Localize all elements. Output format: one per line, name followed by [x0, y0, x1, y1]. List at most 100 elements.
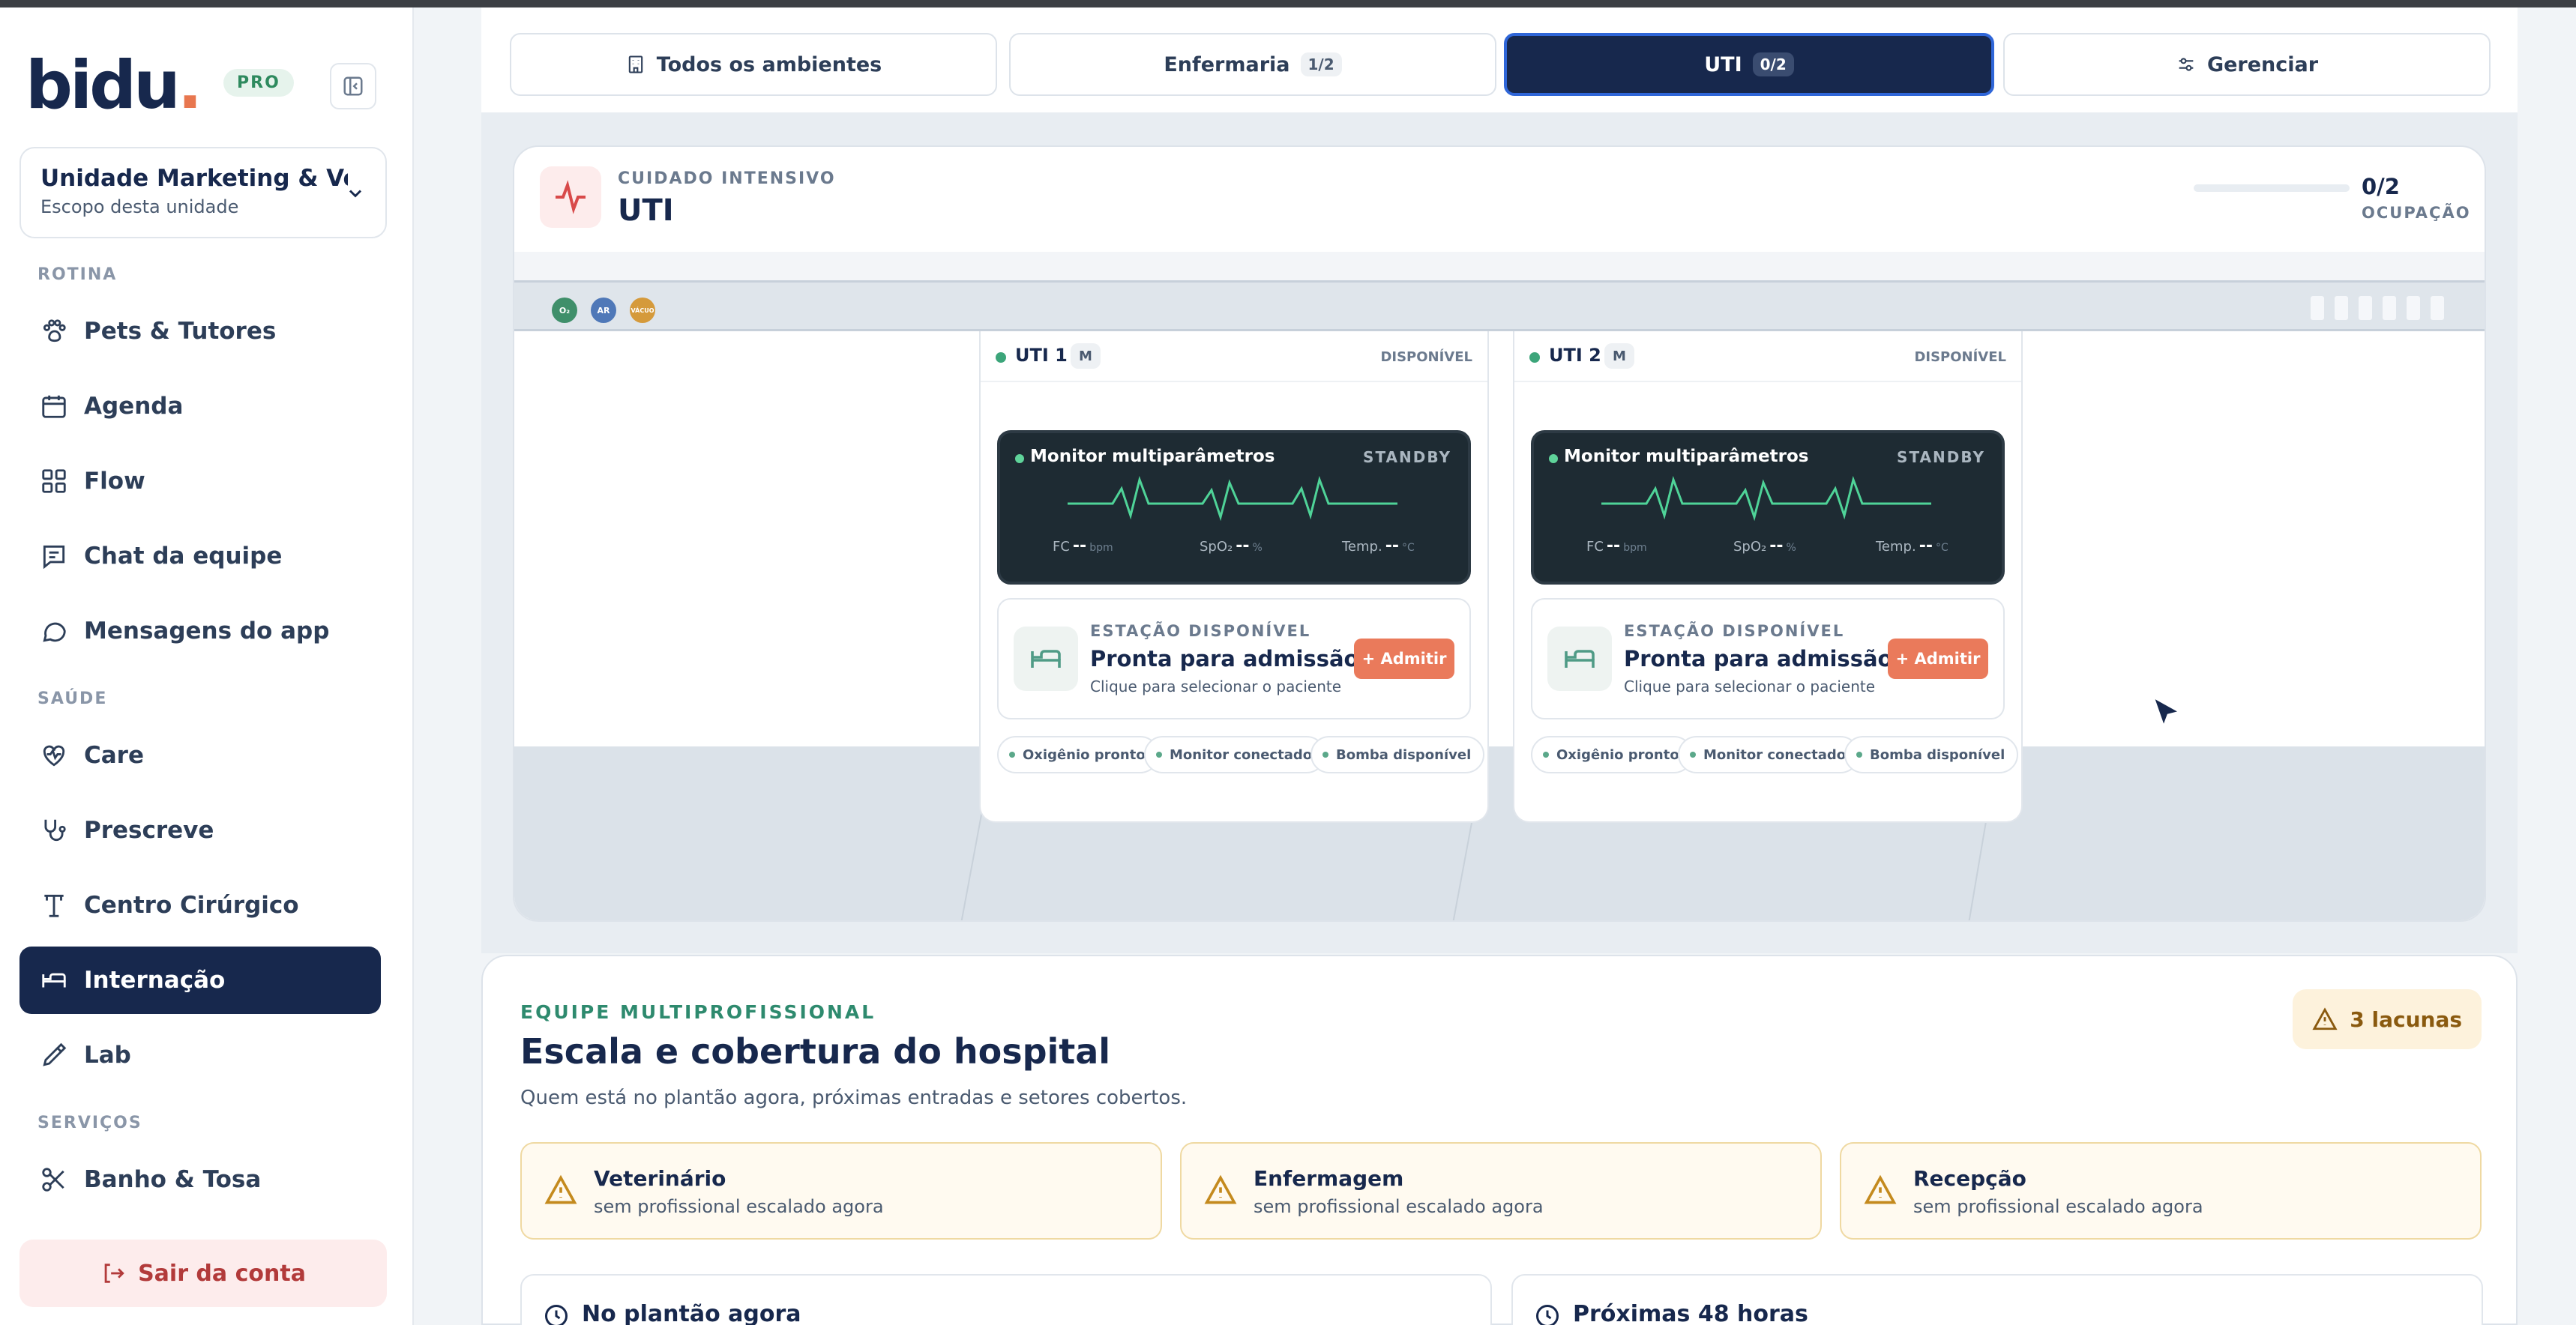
sidebar-item-label: Banho & Tosa [84, 1166, 262, 1193]
status-dot [1529, 352, 1540, 363]
sidebar-item-label: Care [84, 742, 144, 769]
sidebar-item-label: Internação [84, 967, 226, 994]
bay-size-tag: M [1604, 343, 1634, 369]
floor-top [514, 252, 2485, 280]
sidebar-item-banho-tosa[interactable]: Banho & Tosa [19, 1146, 381, 1213]
sidebar-item-care[interactable]: Care [19, 722, 381, 789]
tab-gerenciar[interactable]: Gerenciar [2003, 33, 2491, 96]
shift-title: Próximas 48 horas [1573, 1301, 1808, 1325]
role-card-veterinario[interactable]: Veterinário sem profissional escalado ag… [520, 1142, 1162, 1240]
floor-lower [514, 746, 2485, 920]
room-kicker: CUIDADO INTENSIVO [618, 169, 836, 188]
tab-uti[interactable]: UTI 0/2 [1504, 33, 1994, 96]
role-name: Recepção [1913, 1166, 2026, 1191]
occupancy-label: OCUPAÇÃO [2362, 204, 2471, 222]
sidebar-item-label: Pets & Tutores [84, 318, 277, 345]
sidebar-item-flow[interactable]: Flow [19, 447, 381, 515]
clock-icon [545, 1305, 568, 1325]
building-icon [625, 54, 646, 75]
occupancy-value: 0/2 [2362, 174, 2400, 199]
room-area: CUIDADO INTENSIVO UTI 0/2 OCUPAÇÃO O₂ AR… [481, 112, 2518, 953]
role-name: Veterinário [594, 1166, 726, 1191]
role-status: sem profissional escalado agora [594, 1196, 884, 1217]
room-title: UTI [618, 193, 674, 228]
role-card-recepcao[interactable]: Recepção sem profissional escalado agora [1840, 1142, 2482, 1240]
admit-button[interactable]: + Admitir [1354, 639, 1454, 679]
bay-uti-2[interactable]: UTI 2 M DISPONÍVEL Monitor multiparâmetr… [1513, 331, 2023, 823]
station-subtitle: Clique para selecionar o paciente [1624, 677, 1876, 695]
room-card-uti: CUIDADO INTENSIVO UTI 0/2 OCUPAÇÃO O₂ AR… [513, 145, 2486, 922]
room-header: CUIDADO INTENSIVO UTI 0/2 OCUPAÇÃO [514, 147, 2485, 252]
temp-readout: Temp. -- °C [1876, 537, 1948, 555]
sidebar-item-label: Mensagens do app [84, 618, 330, 645]
collapse-sidebar-button[interactable] [330, 63, 376, 109]
window-top-bar [0, 0, 2576, 7]
logout-button[interactable]: Sair da conta [19, 1240, 387, 1307]
sidebar-item-internacao[interactable]: Internação [19, 947, 381, 1014]
bed-icon [1547, 627, 1612, 691]
station-title: Pronta para admissão [1624, 646, 1893, 671]
bidu-logo[interactable]: bidu. [25, 52, 202, 118]
vent [2311, 296, 2324, 320]
grid-icon [37, 465, 70, 498]
status-dot [996, 352, 1006, 363]
sidebar-item-label: Prescreve [84, 817, 214, 844]
team-subtitle: Quem está no plantão agora, próximas ent… [520, 1087, 1188, 1109]
monitor-state: STANDBY [1897, 448, 1985, 466]
station-available[interactable]: ESTAÇÃO DISPONÍVEL Pronta para admissão … [1531, 598, 2005, 719]
bay-status: DISPONÍVEL [1914, 349, 2006, 365]
sidebar-item-label: Agenda [84, 393, 184, 420]
admit-button[interactable]: + Admitir [1888, 639, 1988, 679]
unit-scope: Escopo desta unidade [40, 196, 239, 217]
chip-oxigenio: Oxigênio pronto [1531, 736, 1693, 773]
monitor-led [1549, 454, 1558, 463]
gaps-badge[interactable]: 3 lacunas [2293, 989, 2482, 1049]
sidebar-item-agenda[interactable]: Agenda [19, 372, 381, 440]
tab-count: 1/2 [1300, 52, 1342, 76]
clock-icon [1536, 1305, 1559, 1325]
sidebar-item-pets-tutores[interactable]: Pets & Tutores [19, 298, 381, 365]
tab-todos-ambientes[interactable]: Todos os ambientes [510, 33, 997, 96]
section-label-saude: SAÚDE [37, 689, 108, 708]
sidebar-item-label: Centro Cirúrgico [84, 892, 299, 919]
tab-count: 0/2 [1752, 52, 1794, 76]
chevron-down-icon [349, 190, 362, 198]
sidebar-item-prescreve[interactable]: Prescreve [19, 797, 381, 864]
sidebar-item-lab[interactable]: Lab [19, 1021, 381, 1089]
multiparameter-monitor: Monitor multiparâmetros STANDBY FC -- bpm … [997, 430, 1471, 585]
tab-enfermaria[interactable]: Enfermaria 1/2 [1009, 33, 1496, 96]
bay-uti-1[interactable]: UTI 1 M DISPONÍVEL Monitor multiparâmetr… [979, 331, 1489, 823]
sidebar-item-chat-equipe[interactable]: Chat da equipe [19, 522, 381, 590]
occupancy-bar [2194, 184, 2350, 192]
role-card-enfermagem[interactable]: Enfermagem sem profissional escalado ago… [1180, 1142, 1822, 1240]
ecg-waveform [1068, 475, 1397, 522]
role-status: sem profissional escalado agora [1254, 1196, 1544, 1217]
vent [2335, 296, 2348, 320]
fc-readout: FC -- bpm [1053, 537, 1113, 555]
heart-pulse-icon [37, 739, 70, 772]
unit-selector[interactable]: Unidade Marketing & Vend... Escopo desta… [19, 147, 387, 238]
calendar-icon [37, 390, 70, 423]
sidebar-item-centro-cirurgico[interactable]: Centro Cirúrgico [19, 872, 381, 939]
monitor-title: Monitor multiparâmetros [1030, 447, 1275, 466]
mouse-cursor-icon [2151, 694, 2183, 731]
gas-outlet-o2: O₂ [552, 298, 577, 323]
warning-icon [2312, 1006, 2338, 1032]
chip-oxigenio: Oxigênio pronto [997, 736, 1159, 773]
ecg-waveform [1601, 475, 1931, 522]
pipette-icon [37, 1039, 70, 1072]
vent [2407, 296, 2420, 320]
station-available[interactable]: ESTAÇÃO DISPONÍVEL Pronta para admissão … [997, 598, 1471, 719]
chip-monitor: Monitor conectado [1678, 736, 1860, 773]
multiparameter-monitor: Monitor multiparâmetros STANDBY FC -- bpm … [1531, 430, 2005, 585]
surgery-lamp-icon [37, 889, 70, 922]
bay-equipment-chips: Oxigênio pronto Monitor conectado Bomba … [1531, 736, 2019, 775]
sidebar: bidu. PRO Unidade Marketing & Vend... Es… [0, 7, 414, 1325]
floor [514, 331, 2485, 746]
logout-icon [104, 1264, 124, 1283]
monitor-state: STANDBY [1363, 448, 1451, 466]
sidebar-item-label: Flow [84, 468, 145, 495]
spo2-readout: SpO₂ --% [1200, 537, 1263, 555]
spo2-readout: SpO₂ --% [1733, 537, 1796, 555]
sidebar-item-mensagens[interactable]: Mensagens do app [19, 597, 381, 665]
